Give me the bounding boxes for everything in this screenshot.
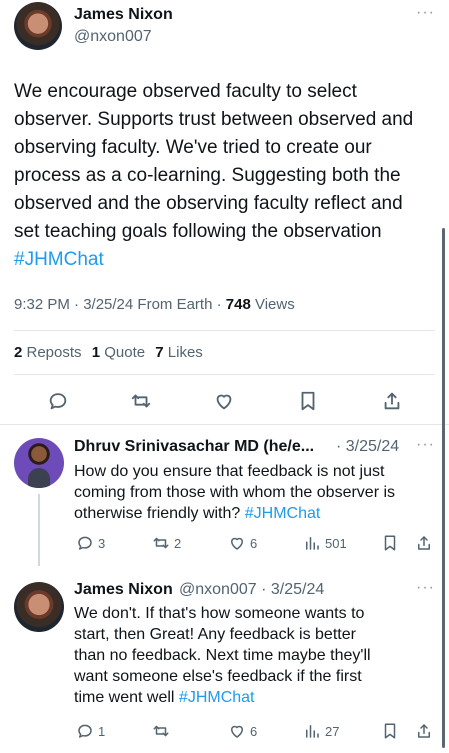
reply-button[interactable]: 1 [76,722,105,740]
tweet-text-line: observer. Supports trust between observe… [14,109,414,130]
avatar[interactable] [14,438,64,488]
reply-button[interactable]: 3 [76,534,105,552]
more-options-icon[interactable]: ··· [416,436,435,454]
reply-icon[interactable] [45,388,71,414]
hashtag-link[interactable]: #JHMChat [245,505,321,522]
reply-text-line: How do you ensure that feedback is not j… [74,463,385,480]
share-icon [418,724,430,738]
like-count: 6 [250,535,258,551]
repost-icon [153,537,169,549]
bookmark-icon [384,723,396,739]
avatar[interactable] [14,2,62,50]
tweet-text-line: We encourage observed faculty to select [14,81,357,102]
reply-text: We don't. If that's how someone wants to… [74,603,444,708]
reply-text-line: otherwise friendly with? #JHMChat [74,505,321,522]
more-options-icon[interactable]: ··· [416,4,435,22]
reply-count: 1 [98,723,106,739]
reply-text-line: want someone else's feedback if the firs… [74,668,362,685]
like-button[interactable]: 6 [228,722,257,740]
bookmark-button[interactable] [381,722,399,740]
author-handle[interactable]: @nxon007 [74,28,152,46]
reply-author-name[interactable]: James Nixon [74,581,173,599]
more-options-icon[interactable]: ··· [416,579,435,597]
share-button[interactable] [415,534,433,552]
views-button[interactable]: 27 [303,722,339,740]
repost-icon[interactable] [128,388,154,414]
views-count: 501 [325,535,347,551]
divider [14,330,435,331]
bookmark-button[interactable] [381,534,399,552]
like-icon [231,537,243,550]
reply-icon [78,536,92,550]
views-label: Views [250,296,295,313]
views-icon [306,725,319,738]
thread-connector [38,494,40,566]
likes-stat[interactable]: 7 Likes [155,344,203,361]
like-icon[interactable] [211,388,237,414]
reply-text-line: than no feedback. Next time maybe they'l… [74,647,371,664]
reply-count: 3 [98,535,106,551]
quotes-stat[interactable]: 1 Quote [92,344,145,361]
hashtag-link[interactable]: #JHMChat [14,246,444,274]
like-icon [231,725,243,738]
views-count: 27 [325,723,340,739]
avatar[interactable] [14,582,64,632]
reply-icon [78,724,92,738]
engagement-stats: 2 Reposts 1 Quote 7 Likes [14,344,209,361]
bookmark-icon [384,535,396,551]
divider [0,424,449,425]
like-button[interactable]: 6 [228,534,257,552]
reply-text-line: start, then Great! Any feedback is bette… [74,626,356,643]
views-count: 748 [225,296,251,313]
reply-text-line: coming from those with whom the observer… [74,484,396,501]
tweet-text-line: set teaching goals following the observa… [14,221,382,242]
share-icon [418,536,430,550]
repost-button[interactable] [152,722,174,740]
like-count: 6 [250,723,258,739]
tweet-meta: 9:32 PM · 3/25/24 From Earth · 748 Views [14,296,295,313]
reply-author-name[interactable]: Dhruv Srinivasachar MD (he/e... [74,438,314,456]
repost-icon [153,725,169,737]
repost-count: 2 [174,535,182,551]
views-icon [306,537,319,550]
views-button[interactable]: 501 [303,534,347,552]
repost-button[interactable]: 2 [152,534,181,552]
tweet-text-line: process as a co-learning. Suggesting bot… [14,165,401,186]
reply-text-line: We don't. If that's how someone wants to [74,605,365,622]
timestamp-source[interactable]: 9:32 PM · 3/25/24 From Earth · [14,296,226,313]
scrollbar[interactable] [442,228,445,748]
tweet-text-line: observed and the observing faculty refle… [14,193,403,214]
share-icon[interactable] [379,388,405,414]
author-name[interactable]: James Nixon [74,6,173,24]
reply-text-line: time went well #JHMChat [74,689,255,706]
reposts-stat[interactable]: 2 Reposts [14,344,82,361]
reply-text: How do you ensure that feedback is not j… [74,461,444,524]
tweet-text-line: observing faculty. We've tried to create… [14,137,372,158]
bookmark-icon[interactable] [295,388,321,414]
divider [14,374,435,375]
share-button[interactable] [415,722,433,740]
tweet-text: We encourage observed faculty to select … [14,78,444,274]
hashtag-link[interactable]: #JHMChat [179,689,255,706]
reply-handle-date[interactable]: @nxon007 · 3/25/24 [179,581,324,599]
reply-date[interactable]: · 3/25/24 [336,438,399,456]
